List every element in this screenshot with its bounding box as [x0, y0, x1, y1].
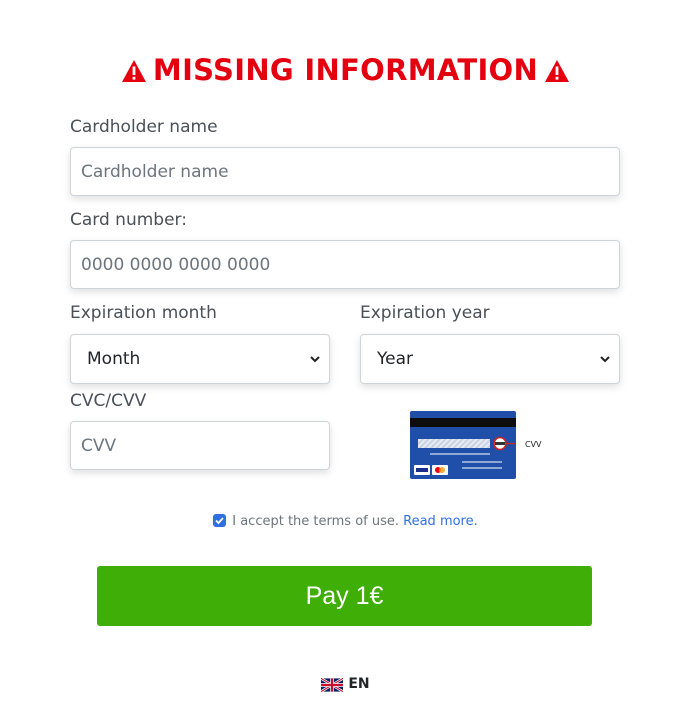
expiration-year-select[interactable]: Year [360, 334, 620, 384]
cardholder-label: Cardholder name [70, 117, 218, 137]
terms-checkbox[interactable] [213, 514, 227, 527]
title-text: MISSING INFORMATION [152, 53, 539, 87]
uk-flag-icon [320, 677, 345, 696]
expiration-month-label: Expiration month [70, 303, 217, 323]
chevron-down-icon [310, 356, 320, 363]
cardholder-input[interactable] [70, 147, 620, 196]
warning-icon [121, 55, 147, 91]
terms-text: I accept the terms of use. [232, 514, 399, 529]
cvv-hint-label: CVV [525, 440, 542, 449]
card-number-input[interactable] [70, 240, 620, 289]
expiration-year-value: Year [377, 349, 413, 369]
terms-row: I accept the terms of use. Read more. [0, 514, 691, 529]
payment-page: MISSING INFORMATION Cardholder name Card… [0, 0, 691, 721]
expiration-month-select[interactable]: Month [70, 334, 330, 384]
read-more-link[interactable]: Read more. [403, 514, 478, 529]
page-title: MISSING INFORMATION [0, 52, 691, 91]
cvv-input[interactable] [70, 421, 330, 470]
pay-button[interactable]: Pay 1€ [97, 566, 592, 626]
card-number-label: Card number: [70, 210, 187, 230]
checkmark-icon [215, 517, 224, 525]
warning-icon [544, 55, 570, 91]
cvc-label: CVC/CVV [70, 391, 147, 411]
credit-card-back-icon [410, 411, 516, 479]
language-selector[interactable]: EN [0, 676, 691, 696]
expiration-month-value: Month [87, 349, 141, 369]
chevron-down-icon [600, 356, 610, 363]
expiration-year-label: Expiration year [360, 303, 490, 323]
language-code: EN [348, 676, 370, 692]
